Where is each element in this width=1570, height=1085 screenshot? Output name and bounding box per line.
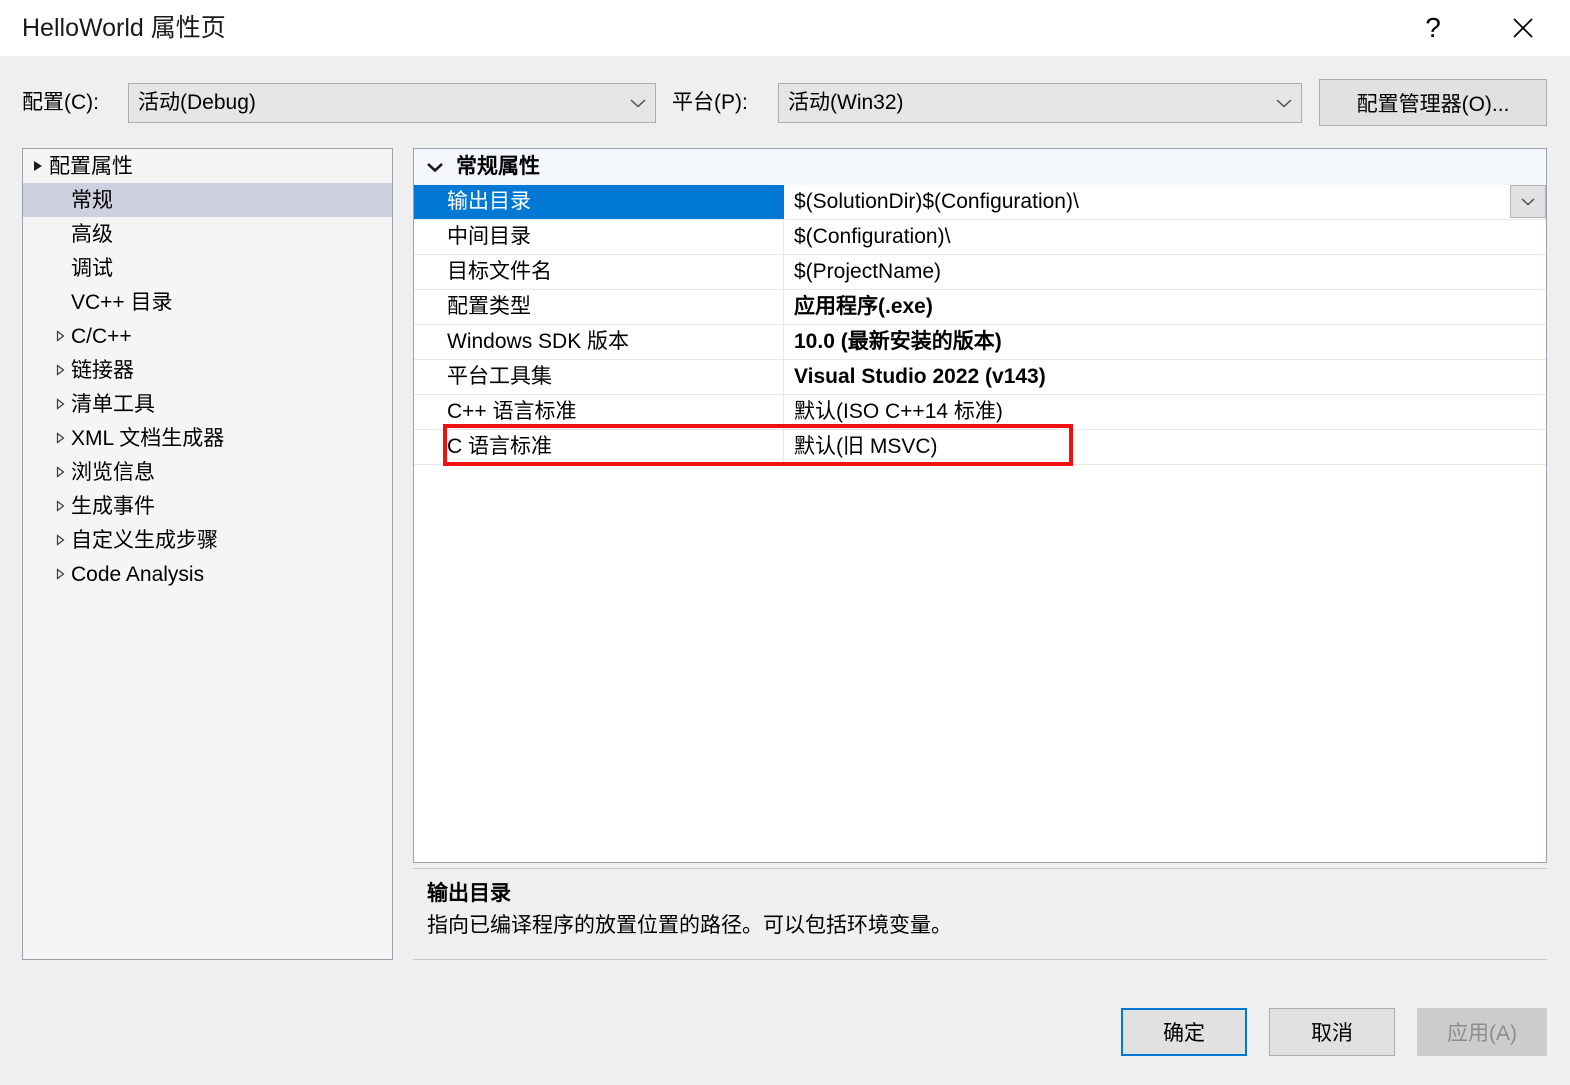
window-title: HelloWorld 属性页 — [22, 14, 226, 42]
expander-collapsed-icon[interactable] — [49, 363, 71, 377]
tree-item-label: VC++ 目录 — [71, 290, 173, 314]
question-mark-icon: ? — [1425, 12, 1441, 43]
tree-item-label: 自定义生成步骤 — [71, 528, 218, 552]
property-name: 目标文件名 — [414, 255, 784, 289]
property-row[interactable]: 输出目录 $(SolutionDir)$(Configuration)\ — [414, 185, 1546, 220]
chevron-down-icon — [1521, 198, 1535, 206]
property-value[interactable]: $(Configuration)\ — [784, 220, 1546, 254]
tree-item-label: 高级 — [71, 222, 113, 246]
tree-item-label: 链接器 — [71, 358, 134, 382]
tree-item-4[interactable]: VC++ 目录 — [23, 285, 392, 319]
property-row[interactable]: Windows SDK 版本 10.0 (最新安装的版本) — [414, 325, 1546, 360]
ok-button[interactable]: 确定 — [1121, 1008, 1247, 1056]
close-x-icon — [1513, 18, 1533, 38]
tree-item-7[interactable]: 清单工具 — [23, 387, 392, 421]
property-value[interactable]: Visual Studio 2022 (v143) — [784, 360, 1546, 394]
configuration-select[interactable]: 活动(Debug) — [128, 83, 656, 123]
property-grid[interactable]: 常规属性 输出目录 $(SolutionDir)$(Configuration)\… — [413, 148, 1547, 863]
tree-item-label: C/C++ — [71, 324, 132, 348]
expander-collapsed-icon[interactable] — [49, 397, 71, 411]
property-description-panel: 输出目录 指向已编译程序的放置位置的路径。可以包括环境变量。 — [413, 868, 1547, 960]
configuration-select-value: 活动(Debug) — [138, 91, 256, 114]
property-group-label: 常规属性 — [456, 155, 540, 178]
tree-item-label: Code Analysis — [71, 562, 205, 586]
tree-item-2[interactable]: 高级 — [23, 217, 392, 251]
property-name: C++ 语言标准 — [414, 395, 784, 429]
property-value[interactable]: 应用程序(.exe) — [784, 290, 1546, 324]
platform-select-value: 活动(Win32) — [788, 91, 904, 114]
chevron-down-icon — [414, 160, 456, 174]
property-row[interactable]: 配置类型 应用程序(.exe) — [414, 290, 1546, 325]
property-row[interactable]: 目标文件名 $(ProjectName) — [414, 255, 1546, 290]
property-name: 输出目录 — [414, 185, 784, 219]
property-name: Windows SDK 版本 — [414, 325, 784, 359]
tree-item-label: 浏览信息 — [71, 460, 155, 484]
chevron-down-icon — [1267, 97, 1301, 109]
property-row[interactable]: 平台工具集 Visual Studio 2022 (v143) — [414, 360, 1546, 395]
help-button[interactable]: ? — [1410, 6, 1456, 50]
tree-item-1[interactable]: 常规 — [23, 183, 392, 217]
property-row[interactable]: 中间目录 $(Configuration)\ — [414, 220, 1546, 255]
tree-item-6[interactable]: 链接器 — [23, 353, 392, 387]
configuration-label: 配置(C): — [22, 91, 99, 114]
tree-item-label: 常规 — [71, 188, 113, 212]
title-bar: HelloWorld 属性页 ? — [0, 0, 1570, 56]
platform-select[interactable]: 活动(Win32) — [778, 83, 1302, 123]
tree-item-10[interactable]: 生成事件 — [23, 489, 392, 523]
property-row[interactable]: C++ 语言标准 默认(ISO C++14 标准) — [414, 395, 1546, 430]
expander-collapsed-icon[interactable] — [49, 329, 71, 343]
tree-item-label: XML 文档生成器 — [71, 426, 225, 450]
property-name: 平台工具集 — [414, 360, 784, 394]
configuration-manager-button[interactable]: 配置管理器(O)... — [1319, 79, 1547, 126]
tree-item-label: 调试 — [71, 256, 113, 280]
tree-item-label: 清单工具 — [71, 392, 155, 416]
apply-button[interactable]: 应用(A) — [1417, 1008, 1547, 1056]
expander-collapsed-icon[interactable] — [49, 567, 71, 581]
property-value-dropdown-button[interactable] — [1510, 185, 1546, 218]
cancel-button[interactable]: 取消 — [1269, 1008, 1395, 1056]
property-name: 中间目录 — [414, 220, 784, 254]
tree-item-9[interactable]: 浏览信息 — [23, 455, 392, 489]
tree-item-3[interactable]: 调试 — [23, 251, 392, 285]
description-text: 指向已编译程序的放置位置的路径。可以包括环境变量。 — [427, 914, 952, 937]
tree-item-label: 配置属性 — [49, 154, 133, 178]
tree-item-label: 生成事件 — [71, 494, 155, 518]
property-group-header[interactable]: 常规属性 — [414, 149, 1546, 185]
tree-item-11[interactable]: 自定义生成步骤 — [23, 523, 392, 557]
tree-item-0[interactable]: 配置属性 — [23, 149, 392, 183]
property-row[interactable]: C 语言标准 默认(旧 MSVC) — [414, 430, 1546, 465]
property-value[interactable]: 默认(ISO C++14 标准) — [784, 395, 1546, 429]
property-name: C 语言标准 — [414, 430, 784, 464]
property-value[interactable]: $(SolutionDir)$(Configuration)\ — [784, 185, 1546, 219]
property-value[interactable]: 10.0 (最新安装的版本) — [784, 325, 1546, 359]
tree-item-8[interactable]: XML 文档生成器 — [23, 421, 392, 455]
chevron-down-icon — [621, 97, 655, 109]
platform-label: 平台(P): — [672, 91, 748, 114]
expander-collapsed-icon[interactable] — [49, 465, 71, 479]
tree-item-12[interactable]: Code Analysis — [23, 557, 392, 591]
close-button[interactable] — [1500, 6, 1546, 50]
expander-collapsed-icon[interactable] — [49, 499, 71, 513]
expander-collapsed-icon[interactable] — [49, 533, 71, 547]
tree-item-5[interactable]: C/C++ — [23, 319, 392, 353]
property-value[interactable]: $(ProjectName) — [784, 255, 1546, 289]
description-title: 输出目录 — [427, 882, 511, 905]
expander-collapsed-icon[interactable] — [49, 431, 71, 445]
property-value[interactable]: 默认(旧 MSVC) — [784, 430, 1546, 464]
property-name: 配置类型 — [414, 290, 784, 324]
expander-expanded-icon[interactable] — [27, 159, 49, 173]
configuration-tree[interactable]: 配置属性常规高级调试 VC++ 目录 C/C++ 链接器清单工具 XML 文档生成器 浏览… — [22, 148, 393, 960]
